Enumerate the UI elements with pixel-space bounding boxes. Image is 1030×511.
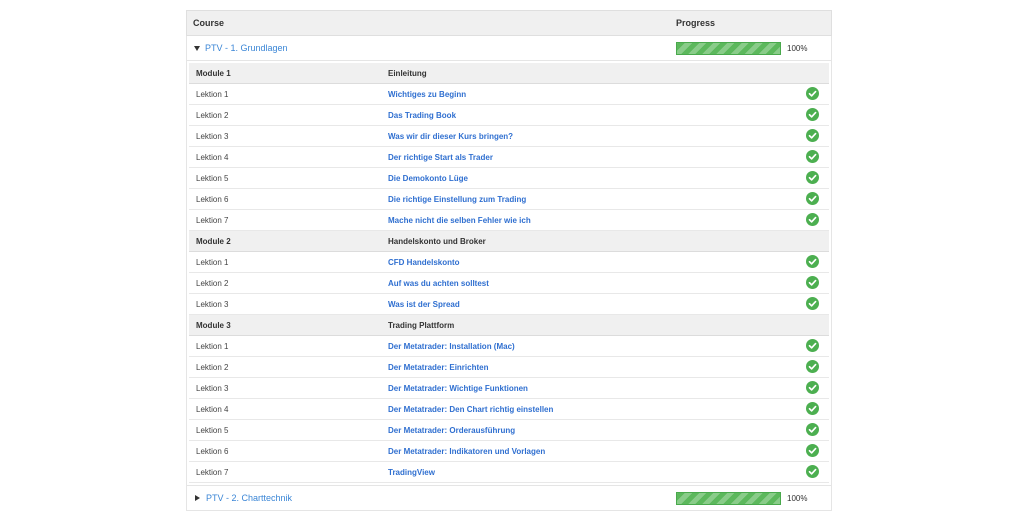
lesson-label: Lektion 3 — [196, 131, 229, 141]
lesson-link[interactable]: Der richtige Start als Trader — [388, 153, 493, 162]
check-circle-icon — [806, 381, 819, 394]
lesson-label: Lektion 2 — [196, 362, 229, 372]
check-circle-icon — [806, 423, 819, 436]
lesson-label: Lektion 7 — [196, 215, 229, 225]
lesson-link[interactable]: Der Metatrader: Indikatoren und Vorlagen — [388, 447, 545, 456]
course-progress-2: 100% — [676, 491, 808, 505]
check-circle-icon — [806, 255, 819, 268]
lesson-row: Lektion 5 Der Metatrader: Orderausführung — [189, 420, 829, 441]
lesson-label: Lektion 2 — [196, 110, 229, 120]
lesson-label: Lektion 4 — [196, 152, 229, 162]
lesson-link[interactable]: TradingView — [388, 468, 435, 477]
lesson-row: Lektion 5 Die Demokonto Lüge — [189, 168, 829, 189]
check-circle-icon — [806, 360, 819, 373]
course-progress-1: 100% — [676, 41, 808, 55]
module-label: Module 2 — [196, 236, 231, 246]
lesson-row: Lektion 1 CFD Handelskonto — [189, 252, 829, 273]
lesson-label: Lektion 2 — [196, 278, 229, 288]
course-row-2[interactable]: PTV - 2. Charttechnik 100% — [186, 486, 832, 511]
check-circle-icon — [806, 465, 819, 478]
check-circle-icon — [806, 108, 819, 121]
progress-fill — [677, 43, 780, 54]
course-row-1[interactable]: PTV - 1. Grundlagen 100% — [186, 36, 832, 61]
lesson-row: Lektion 6 Der Metatrader: Indikatoren und… — [189, 441, 829, 462]
lesson-row: Lektion 3 Was wir dir dieser Kurs bringen… — [189, 126, 829, 147]
progress-percent: 100% — [787, 43, 808, 53]
lesson-row: Lektion 1 Der Metatrader: Installation (M… — [189, 336, 829, 357]
lesson-row: Lektion 3 Was ist der Spread — [189, 294, 829, 315]
lesson-label: Lektion 3 — [196, 299, 229, 309]
progress-percent: 100% — [787, 493, 808, 503]
module-row: Module 3 Trading Plattform — [189, 315, 829, 336]
course-progress-table: Course Progress PTV - 1. Grundlagen 100%… — [186, 10, 832, 511]
module-label: Module 3 — [196, 320, 231, 330]
lesson-row: Lektion 7 Mache nicht die selben Fehler w… — [189, 210, 829, 231]
lesson-link[interactable]: Der Metatrader: Installation (Mac) — [388, 342, 515, 351]
check-circle-icon — [806, 129, 819, 142]
triangle-right-icon[interactable] — [195, 495, 200, 501]
triangle-down-icon[interactable] — [194, 45, 200, 51]
check-circle-icon — [806, 339, 819, 352]
lesson-row: Lektion 6 Die richtige Einstellung zum Tr… — [189, 189, 829, 210]
progress-bar — [676, 41, 781, 55]
module-title: Trading Plattform — [388, 320, 455, 330]
module-row: Module 2 Handelskonto und Broker — [189, 231, 829, 252]
check-circle-icon — [806, 87, 819, 100]
check-circle-icon — [806, 402, 819, 415]
lesson-link[interactable]: Das Trading Book — [388, 111, 456, 120]
lesson-row: Lektion 1 Wichtiges zu Beginn — [189, 84, 829, 105]
progress-bar — [676, 491, 781, 505]
lesson-link[interactable]: Mache nicht die selben Fehler wie ich — [388, 216, 531, 225]
lesson-label: Lektion 7 — [196, 467, 229, 477]
course-link-1[interactable]: PTV - 1. Grundlagen — [205, 43, 288, 53]
lesson-link[interactable]: Der Metatrader: Wichtige Funktionen — [388, 384, 528, 393]
lesson-link[interactable]: Was wir dir dieser Kurs bringen? — [388, 132, 513, 141]
course-link-2[interactable]: PTV - 2. Charttechnik — [206, 493, 292, 503]
module-label: Module 1 — [196, 68, 231, 78]
check-circle-icon — [806, 150, 819, 163]
lesson-row: Lektion 4 Der Metatrader: Den Chart richt… — [189, 399, 829, 420]
module-row: Module 1 Einleitung — [189, 63, 829, 84]
module-title: Einleitung — [388, 68, 427, 78]
check-circle-icon — [806, 213, 819, 226]
column-header-course: Course — [193, 18, 225, 28]
module-title: Handelskonto und Broker — [388, 236, 486, 246]
lesson-label: Lektion 6 — [196, 194, 229, 204]
check-circle-icon — [806, 171, 819, 184]
lesson-label: Lektion 1 — [196, 257, 229, 267]
check-circle-icon — [806, 192, 819, 205]
lesson-label: Lektion 5 — [196, 425, 229, 435]
lesson-row: Lektion 2 Das Trading Book — [189, 105, 829, 126]
lesson-row: Lektion 4 Der richtige Start als Trader — [189, 147, 829, 168]
table-header: Course Progress — [186, 10, 832, 36]
lesson-row: Lektion 7 TradingView — [189, 462, 829, 483]
check-circle-icon — [806, 297, 819, 310]
lesson-label: Lektion 1 — [196, 89, 229, 99]
lesson-link[interactable]: Auf was du achten solltest — [388, 279, 489, 288]
progress-fill — [677, 493, 780, 504]
lesson-label: Lektion 4 — [196, 404, 229, 414]
lesson-list: Module 1 Einleitung Lektion 1 Wichtiges zu … — [189, 63, 829, 483]
lesson-link[interactable]: Die richtige Einstellung zum Trading — [388, 195, 526, 204]
lesson-link[interactable]: Was ist der Spread — [388, 300, 460, 309]
lesson-label: Lektion 1 — [196, 341, 229, 351]
lesson-link[interactable]: CFD Handelskonto — [388, 258, 460, 267]
lesson-link[interactable]: Der Metatrader: Orderausführung — [388, 426, 515, 435]
lesson-label: Lektion 3 — [196, 383, 229, 393]
lesson-link[interactable]: Die Demokonto Lüge — [388, 174, 468, 183]
lesson-row: Lektion 3 Der Metatrader: Wichtige Funkti… — [189, 378, 829, 399]
lesson-row: Lektion 2 Auf was du achten solltest — [189, 273, 829, 294]
lesson-link[interactable]: Der Metatrader: Den Chart richtig einste… — [388, 405, 553, 414]
lesson-label: Lektion 6 — [196, 446, 229, 456]
lesson-row: Lektion 2 Der Metatrader: Einrichten — [189, 357, 829, 378]
check-circle-icon — [806, 444, 819, 457]
column-header-progress: Progress — [676, 18, 716, 28]
lesson-label: Lektion 5 — [196, 173, 229, 183]
lesson-link[interactable]: Der Metatrader: Einrichten — [388, 363, 488, 372]
course-lessons-panel: Module 1 Einleitung Lektion 1 Wichtiges zu … — [186, 61, 832, 486]
lesson-link[interactable]: Wichtiges zu Beginn — [388, 90, 466, 99]
check-circle-icon — [806, 276, 819, 289]
